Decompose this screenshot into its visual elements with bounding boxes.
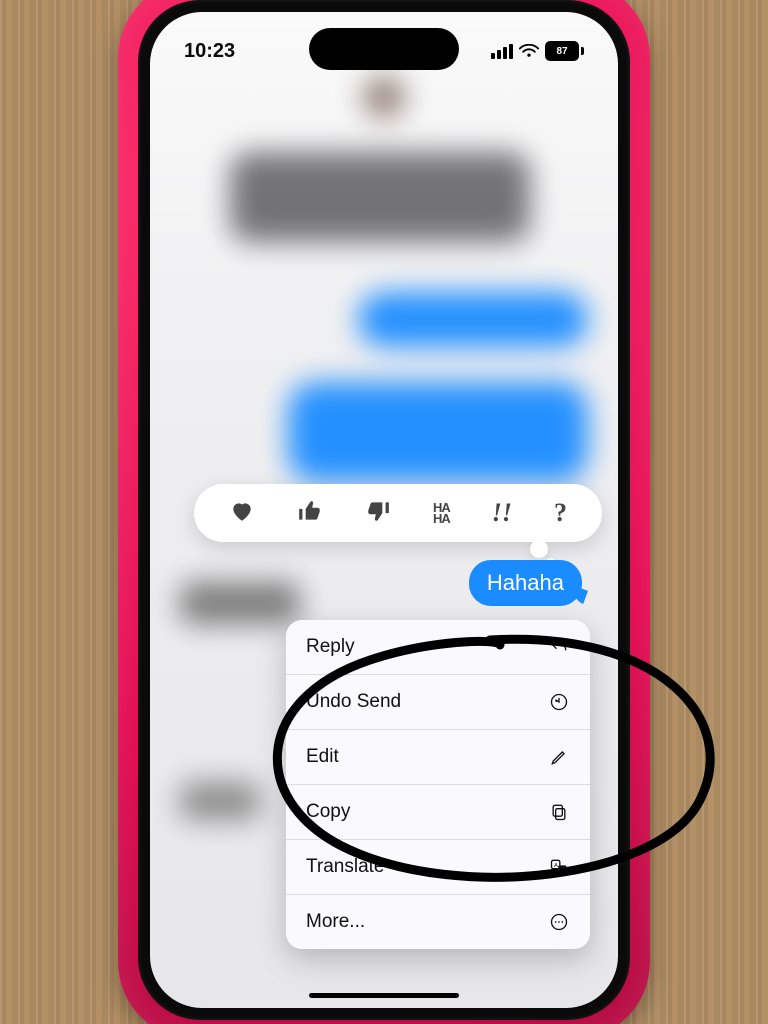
thumbs-down-icon [365, 498, 391, 524]
table-surface: 10:23 87 [0, 0, 768, 1024]
thumbs-up-icon [297, 498, 323, 524]
menu-item-reply[interactable]: Reply [286, 620, 590, 674]
tapback-exclaim[interactable]: !! [492, 500, 512, 526]
more-icon [548, 911, 570, 933]
menu-label: Reply [306, 636, 355, 658]
translate-icon: A文 [548, 856, 570, 878]
status-time: 10:23 [184, 40, 235, 63]
tapback-heart[interactable] [229, 498, 255, 528]
tapback-haha[interactable]: HAHA [433, 502, 450, 524]
tapback-bar[interactable]: HAHA !! ? [194, 484, 602, 542]
menu-label: Copy [306, 801, 350, 823]
dynamic-island [309, 28, 459, 70]
message-context-menu: Reply Undo Send Edit [286, 620, 590, 949]
phone-screen: 10:23 87 [150, 12, 618, 1008]
menu-label: Translate [306, 856, 385, 878]
phone-frame: 10:23 87 [138, 0, 630, 1020]
menu-item-copy[interactable]: Copy [286, 784, 590, 839]
svg-text:A: A [554, 863, 558, 869]
selected-message-text: Hahaha [487, 570, 564, 595]
home-indicator[interactable] [309, 993, 459, 998]
svg-text:文: 文 [561, 866, 567, 874]
menu-label: Edit [306, 746, 339, 768]
tapback-thumbs-down[interactable] [365, 498, 391, 528]
menu-item-translate[interactable]: Translate A文 [286, 839, 590, 894]
pencil-icon [548, 746, 570, 768]
battery-indicator: 87 [545, 41, 584, 61]
menu-label: More... [306, 911, 365, 933]
reply-arrow-icon [548, 636, 570, 658]
tapback-thumbs-up[interactable] [297, 498, 323, 528]
menu-item-undo-send[interactable]: Undo Send [286, 674, 590, 729]
phone-case: 10:23 87 [118, 0, 650, 1024]
haha-icon: HAHA [433, 500, 450, 526]
heart-icon [229, 498, 255, 524]
selected-message-bubble[interactable]: Hahaha [469, 560, 582, 606]
tapback-question[interactable]: ? [554, 500, 567, 526]
menu-item-more[interactable]: More... [286, 894, 590, 949]
menu-item-edit[interactable]: Edit [286, 729, 590, 784]
cellular-signal-icon [491, 44, 513, 59]
battery-percent: 87 [545, 41, 579, 61]
copy-icon [548, 801, 570, 823]
wifi-icon [519, 44, 539, 58]
menu-label: Undo Send [306, 691, 401, 713]
undo-icon [548, 691, 570, 713]
tapback-tail [530, 540, 548, 558]
